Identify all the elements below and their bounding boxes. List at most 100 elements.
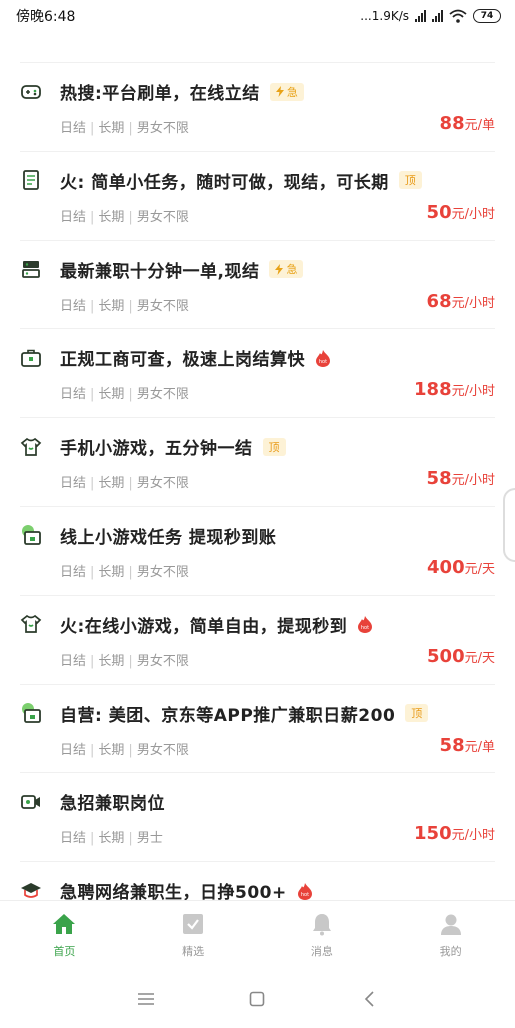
job-meta: 日结 | 长期 | 男女不限: [60, 206, 189, 225]
job-list-item[interactable]: 正规工商可查，极速上岗结算快 hot 日结 | 长期 | 男女不限 188元/小时: [20, 328, 495, 417]
home-icon: [53, 914, 76, 934]
meta-item: 长期: [98, 121, 125, 136]
hot-icon: hot: [297, 882, 313, 900]
meta-item: 日结: [60, 742, 87, 758]
tab-home[interactable]: 首页: [0, 901, 129, 970]
edge-handle[interactable]: [503, 488, 515, 562]
job-meta: 日结 | 长期 | 男女不限: [60, 650, 189, 669]
tab-messages[interactable]: 消息: [258, 901, 387, 970]
meta-item: 长期: [98, 831, 125, 847]
signal-icon: [415, 10, 426, 22]
meta-separator: |: [90, 831, 95, 847]
job-list[interactable]: 热搜:平台刷单，在线立结急日结 | 长期 | 男女不限 88元/单火: 简单小任务，随时可…: [0, 62, 515, 900]
price-value: 50: [426, 201, 452, 223]
meta-separator: |: [128, 564, 133, 580]
urgent-tag: 急: [269, 82, 304, 101]
meta-item: 男女不限: [136, 387, 189, 403]
price-unit: 元/小时: [451, 206, 495, 222]
gamepad-icon: [20, 81, 42, 103]
meta-separator: |: [90, 742, 95, 758]
price-value: 58: [439, 734, 465, 756]
price-unit: 元/天: [464, 561, 495, 577]
meta-separator: |: [128, 831, 133, 847]
top-tag: 顶: [262, 437, 286, 456]
svg-text:hot: hot: [301, 892, 309, 898]
price-unit: 元/小时: [451, 295, 495, 311]
price-unit: 元/小时: [451, 828, 495, 844]
job-meta: 日结 | 长期 | 男女不限: [60, 472, 189, 491]
meta-separator: |: [128, 742, 133, 758]
job-list-item[interactable]: 火: 简单小任务，随时可做，现结，可长期顶日结 | 长期 | 男女不限 50元/小时: [20, 150, 495, 240]
job-list-item[interactable]: 手机小游戏，五分钟一结顶日结 | 长期 | 男女不限 58元/小时: [20, 417, 495, 506]
meta-item: 男女不限: [136, 653, 189, 669]
meta-item: 日结: [60, 387, 87, 403]
job-list-item[interactable]: 热搜:平台刷单，在线立结急日结 | 长期 | 男女不限 88元/单: [20, 62, 495, 151]
tab-label: 我的: [439, 945, 462, 958]
price-unit: 元/小时: [451, 473, 495, 489]
job-title-line: 急聘网络兼职生，日挣500+ hot: [20, 878, 313, 900]
tag-label: 急: [286, 263, 298, 277]
job-title: 火: 简单小任务，随时可做，现结，可长期: [60, 172, 389, 193]
job-title-line: 急招兼职岗位: [20, 789, 165, 814]
featured-icon: [183, 914, 204, 934]
job-title: 正规工商可查，极速上岗结算快: [60, 350, 305, 371]
job-list-item[interactable]: 自营: 美团、京东等APP推广兼职日薪200 顶日结 | 长期 | 男女不限 58元/单: [20, 683, 495, 773]
bell-icon: [312, 914, 331, 936]
job-meta: 日结 | 长期 | 男女不限: [60, 561, 189, 580]
menu-button[interactable]: [134, 987, 158, 1011]
job-list-item[interactable]: 火:在线小游戏，简单自由，提现秒到 hot 日结 | 长期 | 男女不限 500元/天: [20, 594, 495, 684]
job-title: 火:在线小游戏，简单自由，提现秒到: [60, 616, 348, 637]
meta-separator: |: [128, 387, 133, 403]
home-button[interactable]: [245, 987, 269, 1011]
server-icon: [20, 258, 42, 280]
tab-featured[interactable]: 精选: [129, 901, 258, 970]
square-icon: [250, 991, 265, 1007]
meta-separator: |: [90, 564, 95, 580]
meta-item: 长期: [98, 387, 125, 403]
meta-item: 日结: [60, 831, 87, 847]
graduation-cap-icon: [20, 880, 42, 900]
meta-separator: |: [90, 121, 95, 136]
job-title-line: 最新兼职十分钟一单,现结 急: [20, 257, 304, 282]
job-title: 最新兼职十分钟一单,现结: [60, 261, 260, 282]
meta-separator: |: [128, 298, 133, 314]
job-list-item[interactable]: 线上小游戏任务 提现秒到账 日结 | 长期 | 男女不限 400元/天: [20, 505, 495, 595]
job-title-line: 线上小游戏任务 提现秒到账: [20, 523, 276, 548]
status-time: 傍晚6:48: [16, 9, 76, 25]
job-title: 自营: 美团、京东等APP推广兼职日薪200: [60, 705, 396, 726]
user-icon: [440, 914, 461, 935]
job-meta: 日结 | 长期 | 男士: [60, 827, 163, 846]
price-value: 188: [414, 379, 452, 401]
shop-icon: [20, 524, 42, 546]
menu-icon: [137, 993, 154, 1005]
tshirt-icon: [20, 436, 42, 458]
meta-separator: |: [90, 298, 95, 314]
price-unit: 元/天: [464, 650, 495, 666]
system-nav-bar: [0, 970, 515, 1028]
job-title-line: 自营: 美团、京东等APP推广兼职日薪200 顶: [20, 701, 429, 726]
tag-label: 急: [286, 85, 298, 99]
back-button[interactable]: [357, 987, 381, 1011]
meta-item: 日结: [60, 653, 87, 669]
job-meta: 日结 | 长期 | 男女不限: [60, 383, 189, 402]
meta-separator: |: [90, 387, 95, 403]
wifi-icon: [449, 9, 467, 23]
meta-item: 长期: [98, 476, 125, 492]
status-bar: 傍晚6:48 ...1.9K/s 74: [0, 0, 515, 32]
job-list-item[interactable]: 最新兼职十分钟一单,现结急日结 | 长期 | 男女不限 68元/小时: [20, 239, 495, 329]
tab-mine[interactable]: 我的: [386, 901, 515, 970]
back-icon: [365, 991, 374, 1007]
meta-item: 长期: [98, 653, 125, 669]
job-price: 58元/小时: [427, 468, 495, 489]
job-list-item[interactable]: 急招兼职岗位 日结 | 长期 | 男士 150元/小时: [20, 772, 495, 861]
meta-item: 男女不限: [136, 121, 189, 136]
meta-separator: |: [128, 121, 133, 136]
job-title-line: 正规工商可查，极速上岗结算快 hot: [20, 345, 331, 370]
meta-item: 长期: [98, 209, 125, 225]
tab-label: 消息: [310, 945, 333, 958]
tshirt-icon: [20, 613, 42, 635]
job-list-item[interactable]: 急聘网络兼职生，日挣500+ hot: [20, 861, 495, 900]
job-title: 急聘网络兼职生，日挣500+: [60, 883, 287, 900]
job-title-line: 火:在线小游戏，简单自由，提现秒到 hot: [20, 612, 373, 637]
signal-icon: [432, 10, 443, 22]
